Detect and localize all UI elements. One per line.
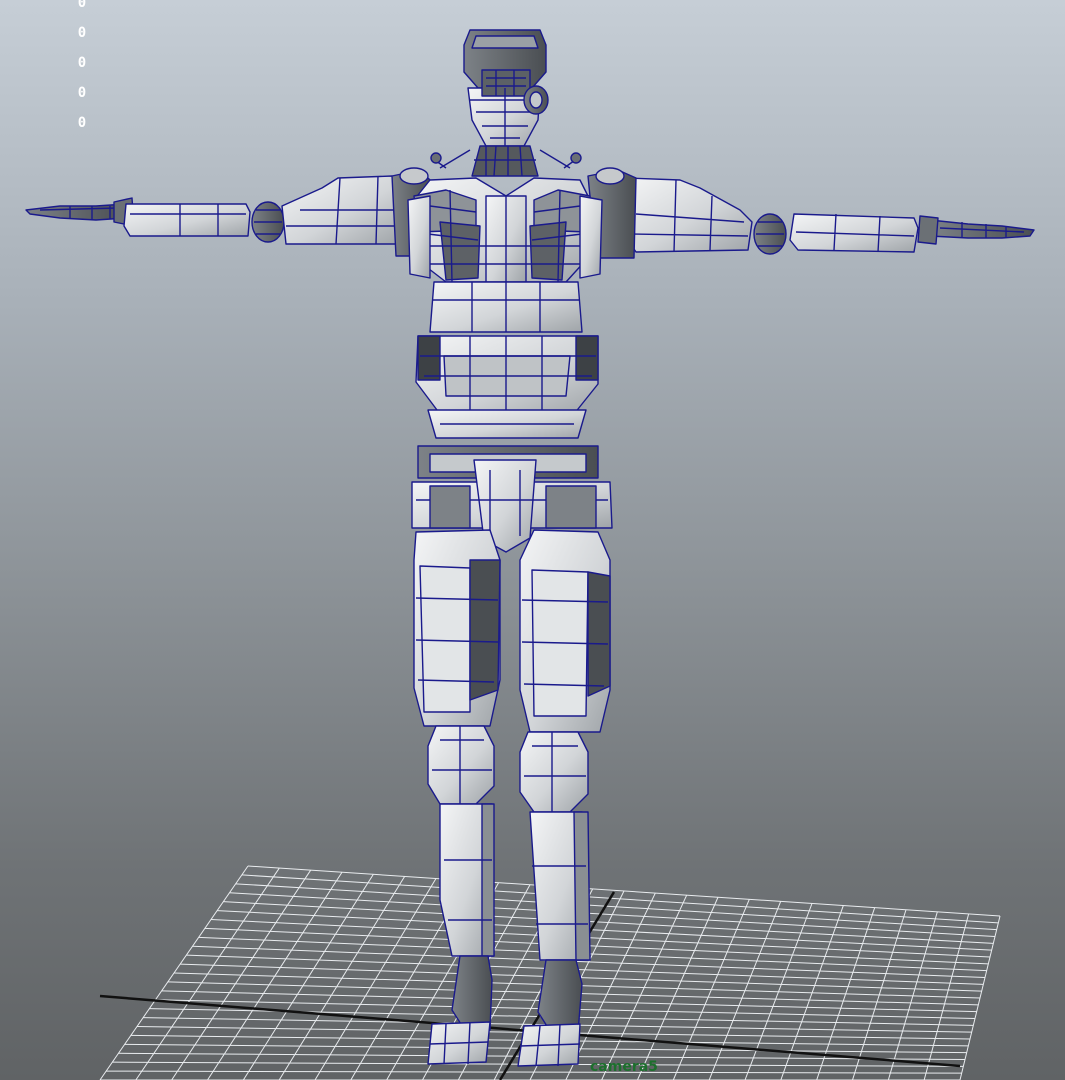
3d-viewport[interactable]: 0 0 0 0 0 camera5 [0,0,1065,1080]
robot-chest[interactable] [407,177,603,283]
robot-right-arm[interactable] [587,167,1035,259]
camera-name-label: camera5 [590,1059,658,1075]
robot-neck[interactable] [430,145,582,177]
robot-head[interactable] [463,29,549,147]
grid-line [887,911,938,1080]
robot-abdomen[interactable] [415,281,599,439]
robot-left-arm[interactable] [25,167,431,257]
robot-left-leg[interactable] [413,529,501,1065]
scene-canvas[interactable] [0,0,1065,1080]
robot-mesh[interactable] [25,29,1035,1067]
grid-line [852,909,907,1080]
